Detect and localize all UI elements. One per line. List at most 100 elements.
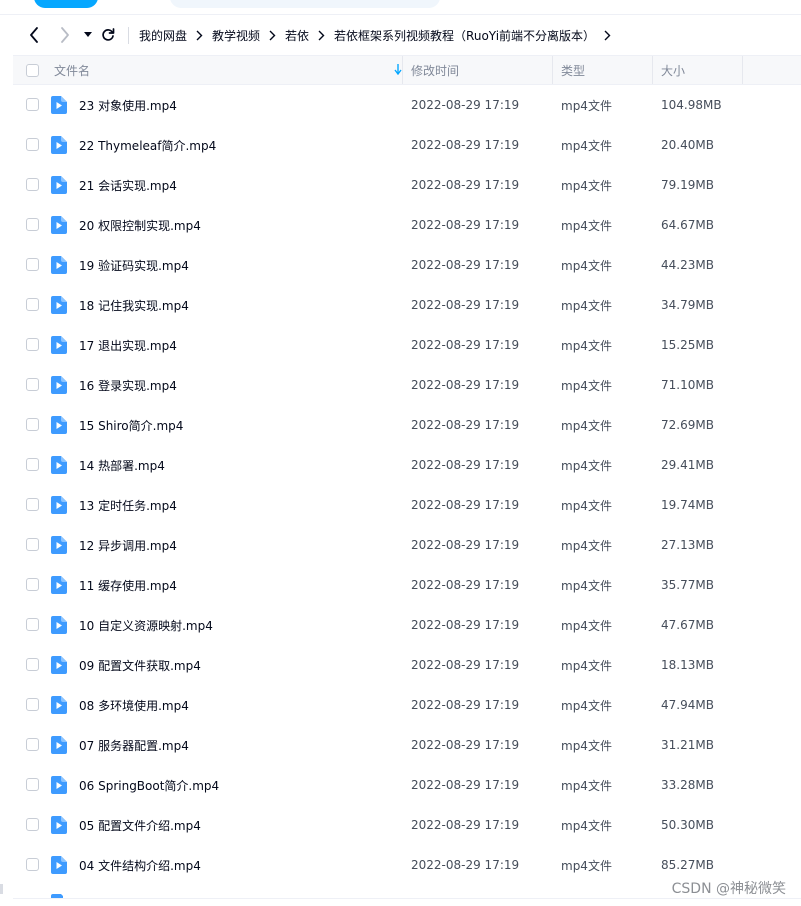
video-file-icon xyxy=(51,856,67,874)
chevron-right-icon[interactable] xyxy=(604,30,611,41)
file-row[interactable]: 15 Shiro简介.mp4 2022-08-29 17:19 mp4文件 72.69… xyxy=(13,405,801,445)
row-checkbox[interactable] xyxy=(26,98,39,111)
file-row[interactable]: 07 服务器配置.mp4 2022-08-29 17:19 mp4文件 31.21MB xyxy=(13,725,801,765)
file-row[interactable]: 17 退出实现.mp4 2022-08-29 17:19 mp4文件 15.25MB xyxy=(13,325,801,365)
forward-button[interactable] xyxy=(55,25,75,45)
row-checkbox[interactable] xyxy=(26,498,39,511)
row-checkbox[interactable] xyxy=(26,538,39,551)
file-row[interactable]: 18 记住我实现.mp4 2022-08-29 17:19 mp4文件 34.79MB xyxy=(13,285,801,325)
file-row[interactable]: 10 自定义资源映射.mp4 2022-08-29 17:19 mp4文件 47.67… xyxy=(13,605,801,645)
video-file-icon xyxy=(51,216,67,234)
file-row[interactable]: 11 缓存使用.mp4 2022-08-29 17:19 mp4文件 35.77MB xyxy=(13,565,801,605)
video-file-icon xyxy=(51,776,67,794)
file-name[interactable]: 06 SpringBoot简介.mp4 xyxy=(79,765,219,805)
file-row[interactable]: 21 会话实现.mp4 2022-08-29 17:19 mp4文件 79.19MB xyxy=(13,165,801,205)
file-type: mp4文件 xyxy=(561,218,612,233)
file-row[interactable]: 06 SpringBoot简介.mp4 2022-08-29 17:19 mp4文件… xyxy=(13,765,801,805)
row-checkbox[interactable] xyxy=(26,298,39,311)
file-row[interactable]: 12 异步调用.mp4 2022-08-29 17:19 mp4文件 27.13MB xyxy=(13,525,801,565)
file-name[interactable]: 22 Thymeleaf简介.mp4 xyxy=(79,125,216,165)
file-name[interactable]: 12 异步调用.mp4 xyxy=(79,525,177,565)
row-checkbox[interactable] xyxy=(26,338,39,351)
column-header-type[interactable]: 类型 xyxy=(561,56,585,84)
file-row[interactable]: 09 配置文件获取.mp4 2022-08-29 17:19 mp4文件 18.13M… xyxy=(13,645,801,685)
file-type: mp4文件 xyxy=(561,378,612,393)
column-divider[interactable] xyxy=(402,56,403,84)
history-dropdown-button[interactable] xyxy=(78,25,98,45)
column-header-size[interactable]: 大小 xyxy=(661,56,685,84)
file-size: 72.69MB xyxy=(661,418,714,432)
row-checkbox[interactable] xyxy=(26,658,39,671)
file-name[interactable]: 19 验证码实现.mp4 xyxy=(79,245,189,285)
file-name[interactable]: 05 配置文件介绍.mp4 xyxy=(79,805,201,845)
file-row[interactable]: 13 定时任务.mp4 2022-08-29 17:19 mp4文件 19.74MB xyxy=(13,485,801,525)
file-name[interactable]: 08 多环境使用.mp4 xyxy=(79,685,189,725)
file-row[interactable]: 08 多环境使用.mp4 2022-08-29 17:19 mp4文件 47.94MB xyxy=(13,685,801,725)
file-size: 50.30MB xyxy=(661,818,714,832)
file-name[interactable]: 21 会话实现.mp4 xyxy=(79,165,177,205)
file-row[interactable]: 20 权限控制实现.mp4 2022-08-29 17:19 mp4文件 64.67M… xyxy=(13,205,801,245)
row-checkbox[interactable] xyxy=(26,138,39,151)
column-divider[interactable] xyxy=(742,56,743,84)
search-input[interactable] xyxy=(170,0,440,8)
file-name[interactable]: 16 登录实现.mp4 xyxy=(79,365,177,405)
row-checkbox[interactable] xyxy=(26,418,39,431)
column-header-type-label: 类型 xyxy=(561,63,586,78)
file-row[interactable]: 23 对象使用.mp4 2022-08-29 17:19 mp4文件 104.98MB xyxy=(13,85,801,125)
file-name[interactable]: 13 定时任务.mp4 xyxy=(79,485,177,525)
breadcrumb-item-current[interactable]: 若依框架系列视频教程（RuoYi前端不分离版本） xyxy=(334,27,595,44)
row-checkbox[interactable] xyxy=(26,458,39,471)
file-name[interactable]: 09 配置文件获取.mp4 xyxy=(79,645,201,685)
file-size: 71.10MB xyxy=(661,378,714,392)
chevron-right-icon xyxy=(318,30,325,41)
row-checkbox[interactable] xyxy=(26,218,39,231)
file-name[interactable]: 14 热部署.mp4 xyxy=(79,445,165,485)
row-checkbox[interactable] xyxy=(26,818,39,831)
file-row[interactable]: 19 验证码实现.mp4 2022-08-29 17:19 mp4文件 44.23MB xyxy=(13,245,801,285)
row-checkbox[interactable] xyxy=(26,258,39,271)
file-row[interactable]: 05 配置文件介绍.mp4 2022-08-29 17:19 mp4文件 50.30M… xyxy=(13,805,801,845)
row-checkbox[interactable] xyxy=(26,858,39,871)
file-modified-time: 2022-08-29 17:19 xyxy=(411,778,520,792)
file-type: mp4文件 xyxy=(561,658,612,673)
upload-button[interactable] xyxy=(34,0,98,8)
column-divider[interactable] xyxy=(652,56,653,84)
column-header-mtime[interactable]: 修改时间 xyxy=(411,56,459,84)
video-file-icon xyxy=(51,576,67,594)
file-name[interactable]: 11 缓存使用.mp4 xyxy=(79,565,177,605)
row-checkbox[interactable] xyxy=(26,578,39,591)
row-checkbox[interactable] xyxy=(26,178,39,191)
row-checkbox[interactable] xyxy=(26,698,39,711)
row-checkbox[interactable] xyxy=(26,778,39,791)
forward-arrow-icon xyxy=(61,27,69,43)
breadcrumb-item[interactable]: 若依 xyxy=(285,27,309,44)
sort-down-icon[interactable] xyxy=(394,64,402,75)
row-checkbox[interactable] xyxy=(26,738,39,751)
breadcrumb-item[interactable]: 教学视频 xyxy=(212,27,260,44)
file-type: mp4文件 xyxy=(561,418,612,433)
file-type: mp4文件 xyxy=(561,618,612,633)
file-name[interactable]: 15 Shiro简介.mp4 xyxy=(79,405,183,445)
file-name[interactable]: 23 对象使用.mp4 xyxy=(79,85,177,125)
breadcrumb-item[interactable]: 我的网盘 xyxy=(139,27,187,44)
column-divider[interactable] xyxy=(552,56,553,84)
file-modified-time: 2022-08-29 17:19 xyxy=(411,818,520,832)
refresh-button[interactable] xyxy=(98,25,118,45)
row-checkbox[interactable] xyxy=(26,378,39,391)
file-name[interactable]: 20 权限控制实现.mp4 xyxy=(79,205,201,245)
select-all-checkbox[interactable] xyxy=(26,56,39,84)
row-checkbox[interactable] xyxy=(26,618,39,631)
file-name[interactable]: 07 服务器配置.mp4 xyxy=(79,725,189,765)
column-header-name-label: 文件名 xyxy=(54,63,91,78)
column-header-name[interactable]: 文件名 xyxy=(54,56,402,84)
file-row[interactable]: 22 Thymeleaf简介.mp4 2022-08-29 17:19 mp4文件 2… xyxy=(13,125,801,165)
file-type: mp4文件 xyxy=(561,98,612,113)
file-row[interactable]: 14 热部署.mp4 2022-08-29 17:19 mp4文件 29.41MB xyxy=(13,445,801,485)
file-name[interactable]: 18 记住我实现.mp4 xyxy=(79,285,189,325)
file-name[interactable]: 17 退出实现.mp4 xyxy=(79,325,177,365)
file-name[interactable]: 10 自定义资源映射.mp4 xyxy=(79,605,213,645)
file-list-header: 文件名 修改时间 类型 大小 xyxy=(13,55,801,85)
file-row[interactable]: 16 登录实现.mp4 2022-08-29 17:19 mp4文件 71.10MB xyxy=(13,365,801,405)
file-name[interactable]: 04 文件结构介绍.mp4 xyxy=(79,845,201,885)
back-button[interactable] xyxy=(24,25,44,45)
